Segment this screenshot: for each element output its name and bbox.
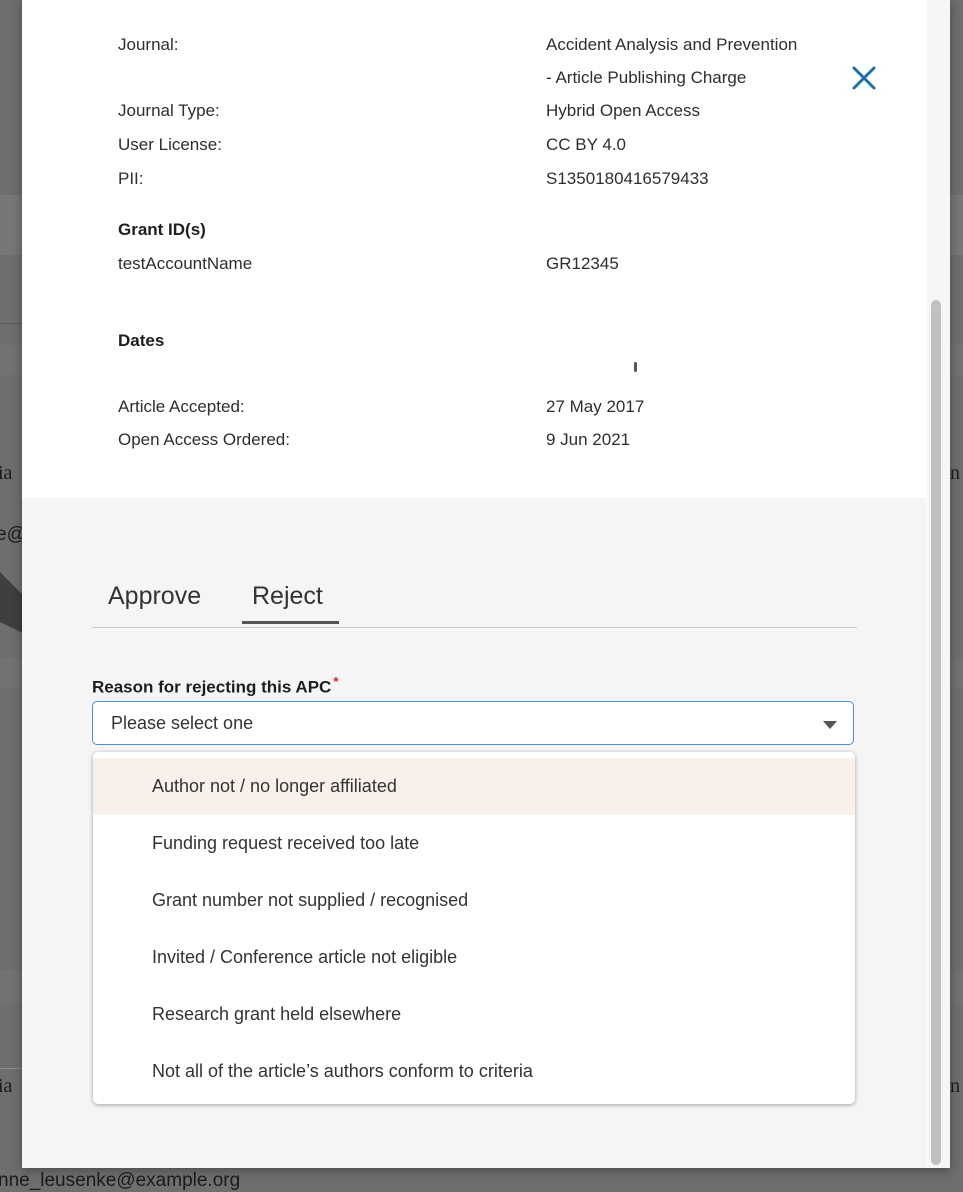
option-invited-not-eligible[interactable]: Invited / Conference article not eligibl… [93, 929, 855, 986]
reject-reason-options: Author not / no longer affiliated Fundin… [93, 752, 855, 1104]
background-row-text: n [950, 1075, 960, 1097]
journal-label: Journal: [118, 35, 179, 54]
tab-approve[interactable]: Approve [108, 582, 201, 621]
grant-id-value: GR12345 [546, 254, 619, 273]
pii-value: S1350180416579433 [546, 169, 709, 188]
article-details-panel: Journal: Accident Analysis and Preventio… [22, 0, 926, 498]
article-accepted-label: Article Accepted: [118, 397, 245, 416]
option-authors-criteria[interactable]: Not all of the article’s authors conform… [93, 1043, 855, 1100]
journal-type-value: Hybrid Open Access [546, 101, 701, 120]
grant-account-name: testAccountName [118, 254, 253, 273]
option-grant-not-recognised[interactable]: Grant number not supplied / recognised [93, 872, 855, 929]
option-grant-elsewhere[interactable]: Research grant held elsewhere [93, 986, 855, 1043]
license-value: CC BY 4.0 [546, 135, 627, 154]
background-divider [0, 323, 22, 324]
close-icon [852, 66, 876, 90]
oa-ordered-value: 9 Jun 2021 [546, 430, 631, 449]
license-label: User License: [118, 135, 222, 154]
tab-reject[interactable]: Reject [242, 582, 339, 624]
oa-ordered-label: Open Access Ordered: [118, 430, 290, 449]
option-not-affiliated[interactable]: Author not / no longer affiliated [93, 758, 855, 815]
pii-label: PII: [118, 169, 144, 188]
background-row-text: n [950, 462, 960, 484]
journal-type-label: Journal Type: [118, 101, 220, 120]
dates-heading: Dates [118, 331, 165, 350]
select-placeholder: Please select one [111, 713, 254, 733]
tooltip-remnant [634, 362, 637, 372]
grant-ids-heading: Grant ID(s) [118, 220, 206, 239]
chevron-down-icon [823, 721, 837, 729]
option-too-late[interactable]: Funding request received too late [93, 815, 855, 872]
journal-value: Accident Analysis and Prevention [546, 35, 798, 54]
reject-reason-label: Reason for rejecting this APC * [92, 674, 338, 698]
article-accepted-value: 27 May 2017 [546, 397, 645, 416]
background-divider [0, 1068, 22, 1069]
close-button[interactable] [844, 58, 884, 98]
reject-reason-label-text: Reason for rejecting this APC [92, 677, 332, 697]
background-email: nne_leusenke@example.org [0, 1170, 241, 1191]
modal-scrollbar-thumb[interactable] [931, 300, 941, 1165]
background-row-text: ia [0, 1075, 13, 1097]
apc-review-modal: Journal: Accident Analysis and Preventio… [22, 0, 950, 1168]
journal-value-continued: - Article Publishing Charge [546, 68, 747, 87]
background-row-text: ia [0, 462, 13, 484]
reject-reason-select[interactable]: Please select one [92, 701, 854, 745]
decision-tabs: Approve Reject [92, 570, 857, 628]
required-marker: * [333, 674, 339, 689]
